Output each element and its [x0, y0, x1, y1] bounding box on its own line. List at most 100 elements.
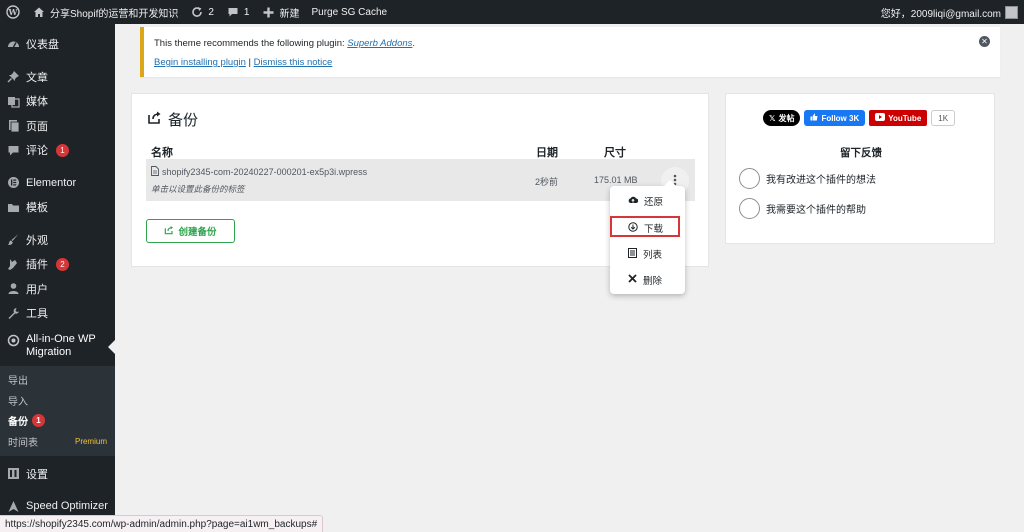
migration-icon	[7, 334, 20, 350]
menu-users[interactable]: 用户	[0, 277, 115, 302]
backup-filename: shopify2345-com-20240227-000201-ex5p3i.w…	[151, 166, 367, 178]
youtube-button[interactable]: YouTube	[869, 110, 928, 126]
thumbs-up-icon	[810, 113, 818, 123]
menu-aiwm-label: All-in-One WP Migration	[26, 333, 96, 359]
plus-icon	[261, 5, 275, 19]
dashboard-icon	[7, 38, 20, 51]
menu-posts[interactable]: 文章	[0, 65, 115, 90]
menu-pages-label: 页面	[26, 120, 48, 133]
page-title: 备份	[147, 109, 198, 130]
user-icon	[7, 282, 20, 295]
admin-bar: W 分享Shopif的运营和开发知识 2 1 新建 Purge SG Cache…	[0, 0, 1024, 24]
menu-tools-label: 工具	[26, 308, 48, 321]
submenu-backups-label: 备份	[8, 417, 28, 429]
column-header-size: 尺寸	[604, 147, 626, 159]
new-content-link[interactable]: 新建	[255, 0, 305, 24]
menu-templates-label: 模板	[26, 202, 48, 215]
menu-item-list[interactable]: 列表	[610, 243, 685, 265]
menu-pages[interactable]: 页面	[0, 114, 115, 139]
share-icon	[164, 225, 174, 238]
home-icon	[32, 5, 46, 19]
updates-link[interactable]: 2	[184, 0, 220, 24]
menu-item-list-label: 列表	[643, 250, 663, 261]
notice-message: This theme recommends the following plug…	[154, 38, 990, 49]
backup-filename-text: shopify2345-com-20240227-000201-ex5p3i.w…	[162, 167, 368, 177]
settings-icon	[7, 467, 20, 480]
feedback-title: 留下反馈	[840, 147, 882, 159]
close-icon	[628, 274, 637, 286]
menu-dashboard[interactable]: 仪表盘	[0, 32, 115, 57]
begin-installing-link[interactable]: Begin installing plugin	[154, 57, 246, 68]
radio-help[interactable]	[739, 198, 760, 219]
menu-templates[interactable]: 模板	[0, 195, 115, 220]
submenu-schedules[interactable]: 时间表 Premium	[0, 431, 115, 452]
column-header-date: 日期	[536, 147, 558, 159]
create-backup-label: 创建备份	[178, 227, 217, 238]
backup-actions-menu: 还原 下载 列表 删除	[610, 180, 685, 294]
wordpress-logo-icon[interactable]: W	[0, 0, 26, 24]
menu-plugins[interactable]: 插件 2	[0, 252, 115, 277]
media-icon	[7, 95, 20, 108]
site-name-link[interactable]: 分享Shopif的运营和开发知识	[26, 0, 184, 24]
notice-separator: |	[245, 57, 254, 68]
elementor-icon	[7, 176, 20, 189]
svg-text:W: W	[8, 7, 19, 17]
submenu-export-label: 导出	[8, 376, 28, 388]
feedback-option-idea[interactable]: 我有改进这个插件的想法	[739, 168, 876, 189]
radio-idea[interactable]	[739, 168, 760, 189]
brush-icon	[7, 233, 20, 246]
plugins-badge: 2	[56, 257, 69, 271]
submenu-import[interactable]: 导入	[0, 390, 115, 411]
menu-media[interactable]: 媒体	[0, 89, 115, 114]
comment-icon	[226, 5, 240, 19]
new-label: 新建	[279, 8, 300, 20]
facebook-follow-button[interactable]: Follow 3K	[804, 110, 866, 126]
submenu-import-label: 导入	[8, 396, 28, 408]
file-icon	[151, 166, 159, 178]
feedback-option-help-label: 我需要这个插件的帮助	[766, 205, 866, 216]
submenu-export[interactable]: 导出	[0, 370, 115, 391]
backups-badge: 1	[32, 414, 45, 428]
x-post-button[interactable]: 𝕏 发帖	[763, 110, 801, 126]
column-header-name: 名称	[151, 147, 173, 159]
menu-all-in-one-wp-migration[interactable]: All-in-One WP Migration	[0, 325, 115, 366]
youtube-label: YouTube	[888, 113, 922, 123]
menu-posts-label: 文章	[26, 71, 48, 84]
backup-date: 2秒前	[535, 177, 559, 187]
purge-label: Purge SG Cache	[311, 6, 388, 18]
site-name: 分享Shopif的运营和开发知识	[50, 8, 179, 20]
close-icon: ✕	[981, 37, 988, 46]
menu-dashboard-label: 仪表盘	[26, 39, 59, 52]
submenu-backups[interactable]: 备份 1	[0, 411, 115, 432]
menu-tools[interactable]: 工具	[0, 301, 115, 326]
menu-aiwm-label-line1: All-in-One WP	[26, 332, 96, 345]
plugin-icon	[7, 258, 20, 271]
menu-elementor[interactable]: Elementor	[0, 171, 115, 196]
feedback-option-idea-label: 我有改进这个插件的想法	[766, 175, 876, 186]
menu-media-label: 媒体	[26, 96, 48, 109]
create-backup-button[interactable]: 创建备份	[146, 219, 235, 243]
menu-settings-label: 设置	[26, 468, 48, 481]
comments-icon	[7, 144, 20, 157]
purge-cache-link[interactable]: Purge SG Cache	[305, 0, 393, 24]
premium-label: Premium	[74, 436, 107, 446]
menu-elementor-label: Elementor	[26, 176, 77, 189]
menu-comments[interactable]: 评论 1	[0, 138, 115, 163]
comments-badge: 1	[56, 143, 69, 157]
social-buttons: 𝕏 发帖 Follow 3K YouTube 1K	[763, 110, 956, 126]
list-icon	[628, 247, 637, 261]
x-post-label: 发帖	[778, 113, 795, 123]
backup-label-hint[interactable]: 单击以设置此备份的标签	[151, 183, 245, 195]
x-logo-icon: 𝕏	[769, 113, 776, 123]
dismiss-notice-link[interactable]: Dismiss this notice	[254, 57, 333, 68]
notice-dismiss-button[interactable]: ✕	[979, 36, 990, 47]
menu-appearance[interactable]: 外观	[0, 228, 115, 253]
menu-item-restore[interactable]: 还原	[610, 190, 685, 212]
comments-link[interactable]: 1	[220, 0, 256, 24]
menu-settings[interactable]: 设置	[0, 462, 115, 487]
menu-speed-optimizer-label: Speed Optimizer	[26, 500, 108, 513]
feedback-option-help[interactable]: 我需要这个插件的帮助	[739, 198, 866, 219]
menu-item-delete[interactable]: 删除	[610, 269, 685, 291]
my-account-link[interactable]: 您好，2009liqi@gmail.com	[875, 0, 1024, 24]
superb-addons-link[interactable]: Superb Addons	[347, 38, 412, 49]
